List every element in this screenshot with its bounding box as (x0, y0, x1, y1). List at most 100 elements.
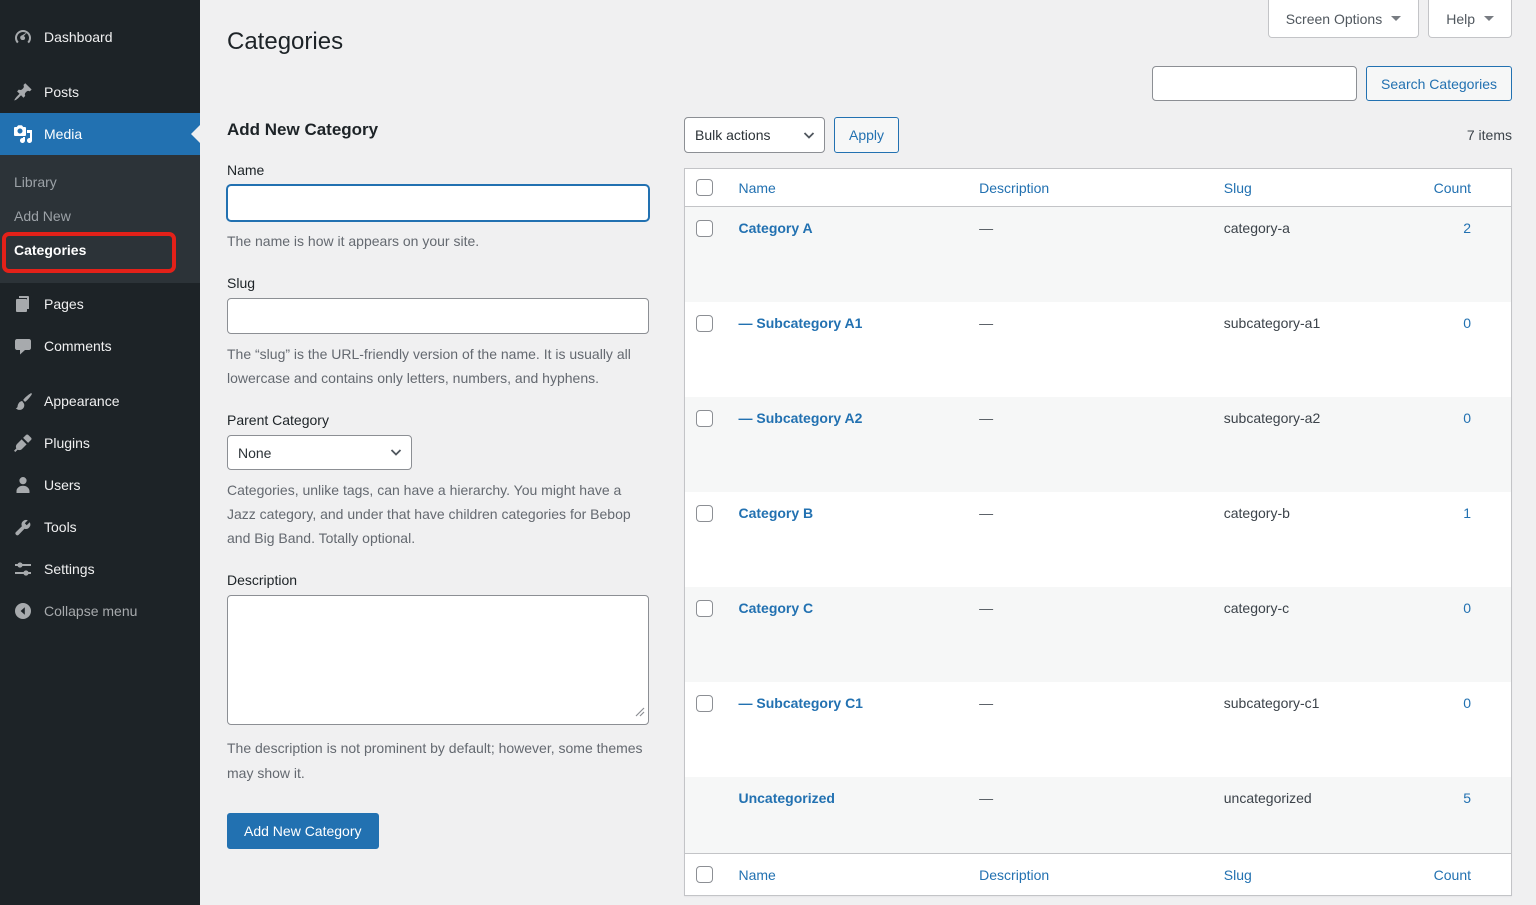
column-footer-description[interactable]: Description (979, 867, 1049, 883)
help-button[interactable]: Help (1428, 0, 1512, 38)
collapse-menu-button[interactable]: Collapse menu (0, 590, 200, 632)
row-checkbox[interactable] (696, 600, 713, 617)
category-count-link[interactable]: 0 (1463, 600, 1471, 616)
sidebar-item-label: Posts (44, 84, 79, 100)
select-all-cell (685, 854, 729, 896)
category-description: — (979, 410, 993, 426)
pages-icon (13, 294, 33, 314)
category-count-link[interactable]: 1 (1463, 505, 1471, 521)
category-name-link[interactable]: Uncategorized (738, 790, 834, 806)
slug-help-text: The “slug” is the URL-friendly version o… (227, 342, 649, 390)
parent-category-field-group: Parent Category None Categories, unlike … (227, 412, 649, 550)
categories-table-section: Bulk actions Apply 7 items Name Descript… (684, 117, 1512, 896)
category-name-link[interactable]: Category B (738, 505, 813, 521)
screen-options-button[interactable]: Screen Options (1268, 0, 1420, 38)
slug-label: Slug (227, 275, 649, 291)
row-checkbox[interactable] (696, 315, 713, 332)
screen-options-label: Screen Options (1286, 11, 1383, 27)
category-name-link[interactable]: Category A (738, 220, 812, 236)
sidebar-item-categories[interactable]: Categories (0, 233, 200, 267)
parent-category-label: Parent Category (227, 412, 649, 428)
sidebar-item-media[interactable]: Media (0, 113, 200, 155)
user-icon (13, 475, 33, 495)
row-checkbox[interactable] (696, 410, 713, 427)
apply-button[interactable]: Apply (834, 117, 899, 153)
category-slug: category-a (1224, 220, 1290, 236)
categories-table: Name Description Slug Count Category A —… (684, 168, 1512, 896)
admin-menu: Dashboard Posts Media Library Add New Ca… (0, 0, 200, 632)
category-name-link[interactable]: — Subcategory A2 (738, 410, 862, 426)
sidebar-item-label: Comments (44, 338, 112, 354)
category-slug: category-c (1224, 600, 1289, 616)
sidebar-item-label: Plugins (44, 435, 90, 451)
category-name-link[interactable]: — Subcategory C1 (738, 695, 862, 711)
column-header-description[interactable]: Description (979, 180, 1049, 196)
select-all-checkbox[interactable] (696, 866, 713, 883)
form-heading: Add New Category (227, 120, 649, 140)
table-header: Name Description Slug Count (685, 169, 1512, 207)
sidebar-item-settings[interactable]: Settings (0, 548, 200, 590)
submenu-item-label: Categories (14, 242, 86, 258)
bulk-actions-select[interactable]: Bulk actions (684, 117, 825, 153)
help-label: Help (1446, 11, 1475, 27)
column-header-name[interactable]: Name (738, 180, 775, 196)
chevron-down-icon (1391, 16, 1401, 26)
column-header-slug[interactable]: Slug (1224, 180, 1252, 196)
media-icon (13, 124, 33, 144)
column-header-count[interactable]: Count (1434, 180, 1471, 196)
sidebar-item-tools[interactable]: Tools (0, 506, 200, 548)
slug-input[interactable] (227, 298, 649, 334)
category-count-link[interactable]: 2 (1463, 220, 1471, 236)
submenu-item-label: Library (14, 174, 57, 190)
sidebar-item-posts[interactable]: Posts (0, 71, 200, 113)
plug-icon (13, 433, 33, 453)
sidebar-item-comments[interactable]: Comments (0, 325, 200, 367)
search-input[interactable] (1152, 66, 1357, 101)
sidebar-item-library[interactable]: Library (0, 165, 200, 199)
menu-separator (0, 367, 200, 380)
table-row: — Subcategory A1 — subcategory-a1 0 (685, 302, 1512, 397)
column-footer-slug[interactable]: Slug (1224, 867, 1252, 883)
pin-icon (13, 82, 33, 102)
category-count-link[interactable]: 0 (1463, 315, 1471, 331)
category-description: — (979, 790, 993, 806)
sidebar-item-label: Pages (44, 296, 84, 312)
sidebar-item-appearance[interactable]: Appearance (0, 380, 200, 422)
submenu-item-label: Add New (14, 208, 71, 224)
sidebar-item-users[interactable]: Users (0, 464, 200, 506)
add-new-category-button[interactable]: Add New Category (227, 813, 379, 849)
brush-icon (13, 391, 33, 411)
name-help-text: The name is how it appears on your site. (227, 229, 649, 253)
name-input[interactable] (227, 185, 649, 221)
table-row: Uncategorized — uncategorized 5 (685, 777, 1512, 854)
sidebar-item-plugins[interactable]: Plugins (0, 422, 200, 464)
category-description: — (979, 695, 993, 711)
category-name-link[interactable]: Category C (738, 600, 813, 616)
table-body: Category A — category-a 2 — Subcategory … (685, 207, 1512, 854)
sidebar-item-label: Users (44, 477, 81, 493)
row-checkbox[interactable] (696, 220, 713, 237)
admin-sidebar: Dashboard Posts Media Library Add New Ca… (0, 0, 200, 905)
column-footer-count[interactable]: Count (1434, 867, 1471, 883)
name-label: Name (227, 162, 649, 178)
media-submenu: Library Add New Categories (0, 155, 200, 283)
sidebar-item-label: Dashboard (44, 29, 113, 45)
table-row: Category B — category-b 1 (685, 492, 1512, 587)
category-count-link[interactable]: 5 (1463, 790, 1471, 806)
search-categories-button[interactable]: Search Categories (1366, 66, 1512, 101)
category-name-link[interactable]: — Subcategory A1 (738, 315, 862, 331)
table-row: Category A — category-a 2 (685, 207, 1512, 302)
sliders-icon (13, 559, 33, 579)
parent-category-select[interactable]: None (227, 435, 412, 470)
sidebar-item-pages[interactable]: Pages (0, 283, 200, 325)
sidebar-item-add-new[interactable]: Add New (0, 199, 200, 233)
row-checkbox[interactable] (696, 695, 713, 712)
column-footer-name[interactable]: Name (738, 867, 775, 883)
sidebar-item-dashboard[interactable]: Dashboard (0, 16, 200, 58)
row-checkbox[interactable] (696, 505, 713, 522)
description-textarea[interactable] (227, 595, 649, 725)
table-toolbar: Bulk actions Apply 7 items (684, 117, 1512, 153)
category-count-link[interactable]: 0 (1463, 410, 1471, 426)
select-all-checkbox[interactable] (696, 179, 713, 196)
category-count-link[interactable]: 0 (1463, 695, 1471, 711)
